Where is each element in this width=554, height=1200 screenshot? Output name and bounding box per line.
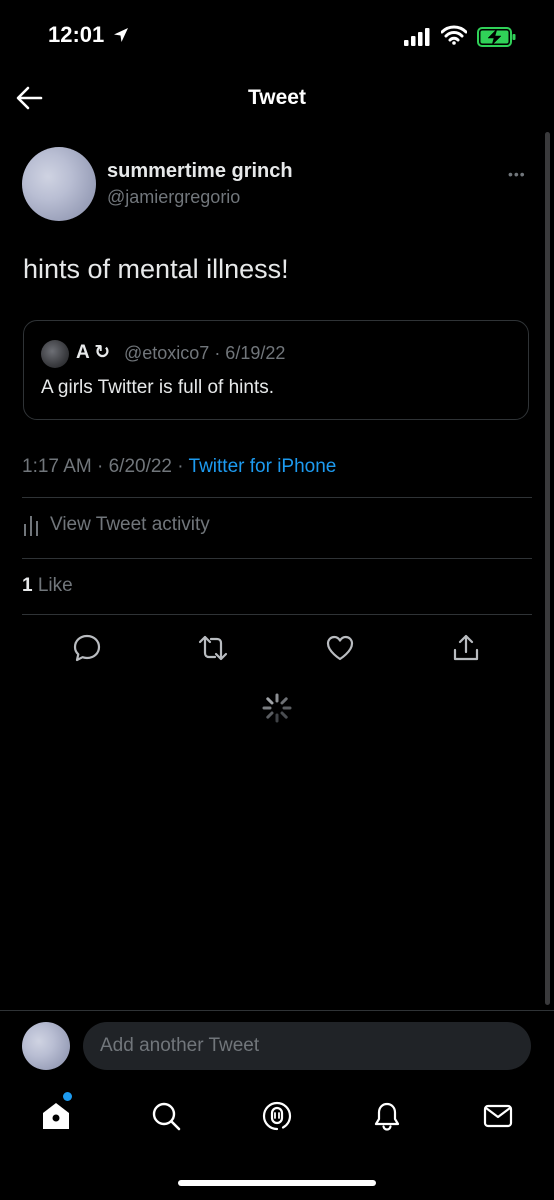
quoted-tweet-text: A girls Twitter is full of hints. <box>41 377 275 398</box>
divider <box>0 1010 554 1011</box>
notifications-icon[interactable] <box>371 1100 403 1132</box>
home-icon[interactable] <box>40 1100 72 1132</box>
battery-charging-icon <box>477 27 516 47</box>
more-options-icon[interactable]: ••• <box>508 166 526 182</box>
compose-avatar <box>22 1022 70 1070</box>
quoted-author-meta: @etoxico7 · 6/19/22 <box>124 343 286 363</box>
messages-icon[interactable] <box>482 1100 514 1132</box>
wifi-icon <box>441 25 467 45</box>
signal-icon <box>404 28 430 46</box>
analytics-icon <box>24 516 38 536</box>
like-icon[interactable] <box>324 632 356 664</box>
spaces-icon[interactable] <box>261 1100 293 1132</box>
view-activity-button[interactable]: View Tweet activity <box>22 514 210 536</box>
timestamp-text: 1:17 AM · 6/20/22 · <box>22 456 189 477</box>
view-activity-label: View Tweet activity <box>50 514 210 535</box>
divider <box>22 497 532 498</box>
reply-input[interactable]: Add another Tweet <box>83 1022 531 1070</box>
tweet-timestamp: 1:17 AM · 6/20/22 · Twitter for iPhone <box>22 456 336 478</box>
location-arrow-icon <box>114 28 128 42</box>
divider <box>22 558 532 559</box>
divider <box>22 614 532 615</box>
search-icon[interactable] <box>150 1100 182 1132</box>
home-notification-dot <box>63 1092 72 1101</box>
page-title: Tweet <box>248 86 306 109</box>
likes-label: Like <box>32 575 73 596</box>
likes-count[interactable]: 1 Like <box>22 575 73 597</box>
reply-icon[interactable] <box>71 632 103 664</box>
home-indicator[interactable] <box>178 1180 376 1186</box>
scrollbar[interactable] <box>545 132 550 1005</box>
retweet-icon[interactable] <box>197 632 229 664</box>
tweet-source-link[interactable]: Twitter for iPhone <box>189 456 337 477</box>
loading-spinner-icon <box>262 693 292 723</box>
quoted-author-name: A ↻ <box>76 342 111 363</box>
author-display-name[interactable]: summertime grinch <box>107 160 293 183</box>
quoted-tweet-card[interactable] <box>23 320 529 420</box>
likes-number: 1 <box>22 575 33 596</box>
share-icon[interactable] <box>450 632 482 664</box>
avatar[interactable] <box>22 147 96 221</box>
tweet-text: hints of mental illness! <box>23 254 289 284</box>
quoted-avatar <box>41 340 69 368</box>
author-handle[interactable]: @jamiergregorio <box>107 187 240 208</box>
status-time: 12:01 <box>48 22 105 47</box>
